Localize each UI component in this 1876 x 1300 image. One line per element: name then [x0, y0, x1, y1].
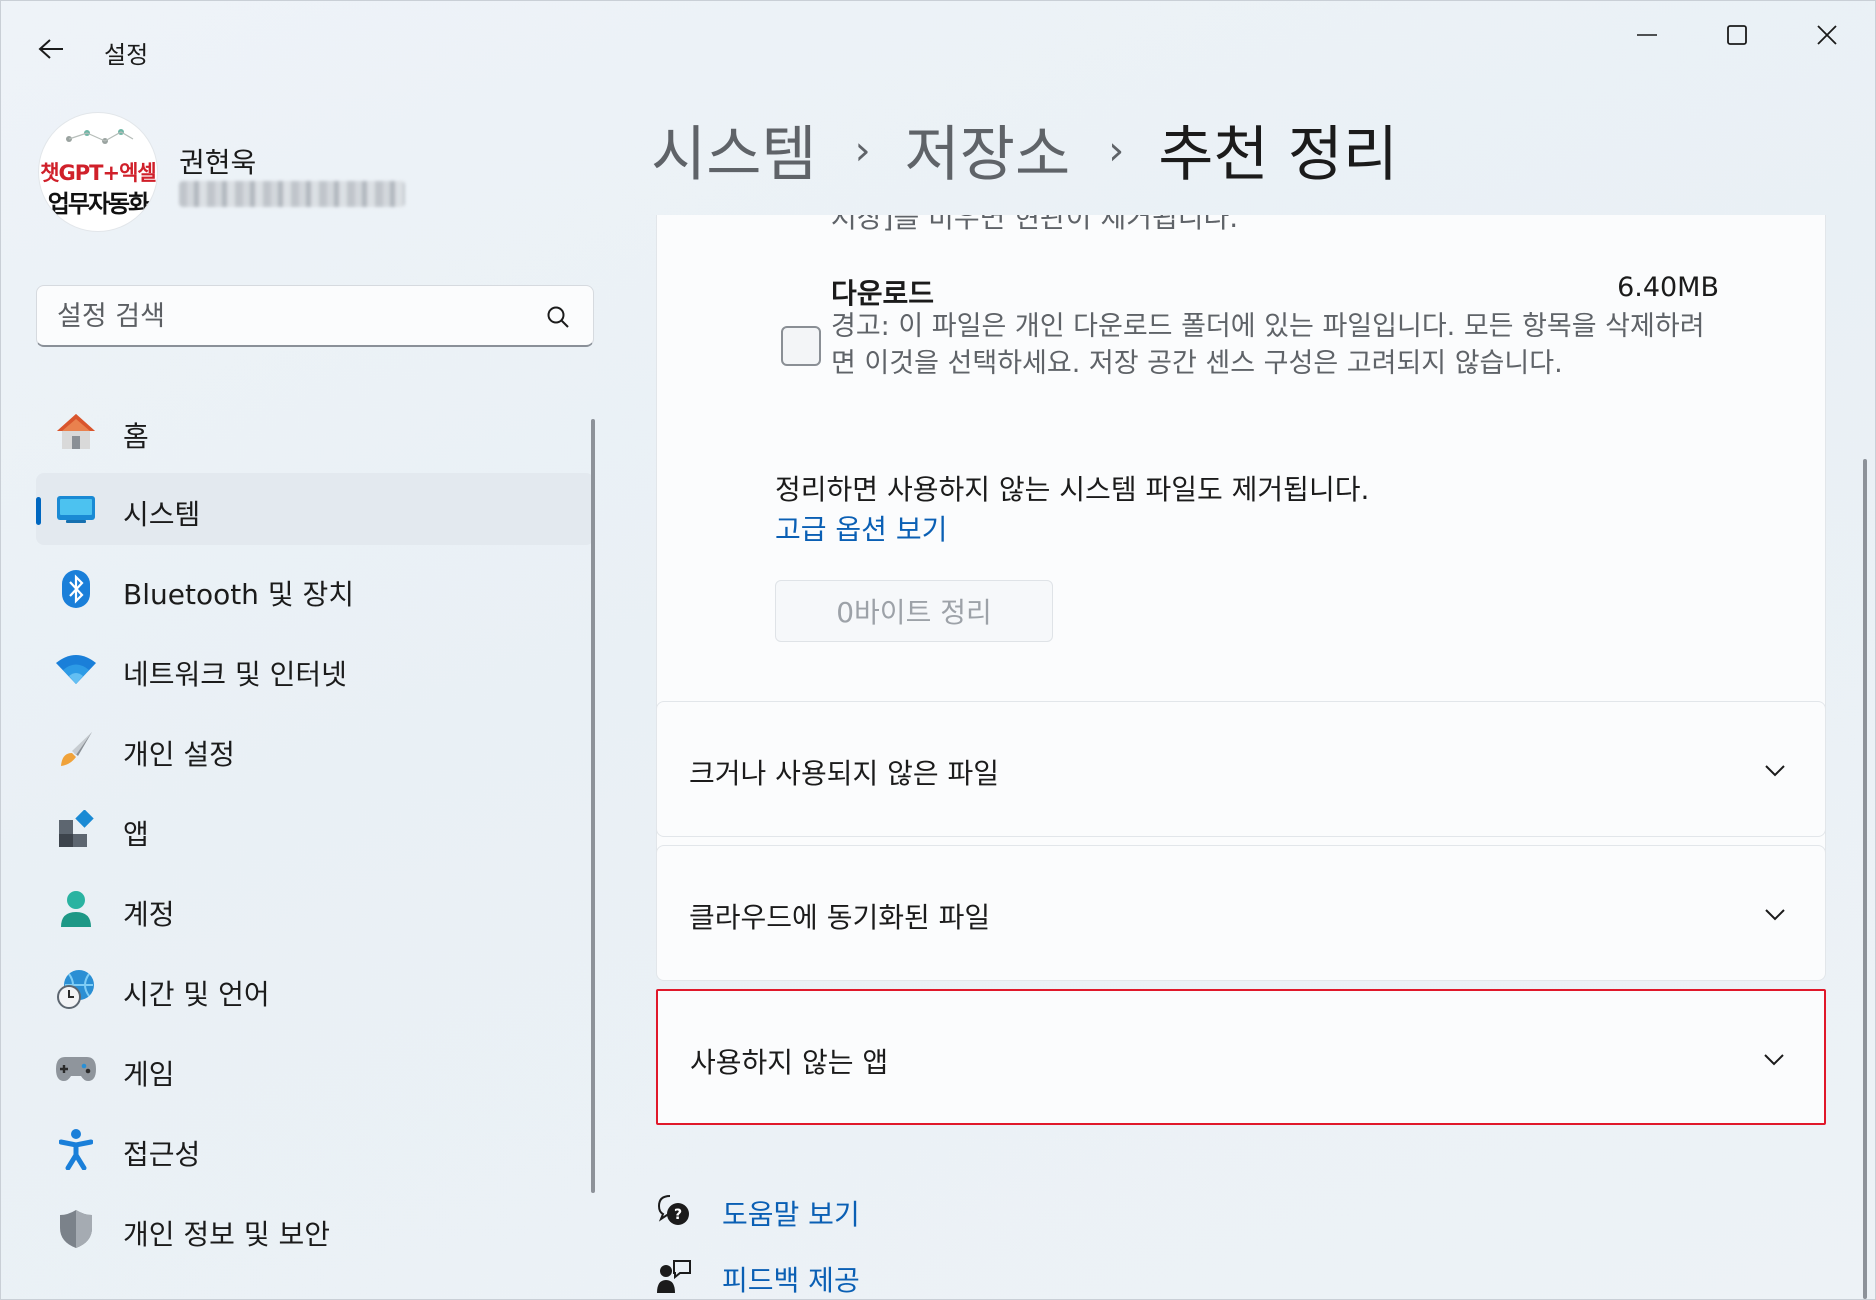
title-bar: 설정 [1, 1, 1876, 97]
sidebar-item-network[interactable]: 네트워크 및 인터넷 [36, 633, 594, 705]
active-indicator [36, 497, 41, 525]
page-title: 추천 정리 [1158, 119, 1399, 190]
sidebar-item-home[interactable]: 홈 [36, 395, 594, 467]
expander-label: 사용하지 않는 앱 [690, 1046, 889, 1079]
breadcrumb-separator: › [1108, 128, 1125, 174]
apps-icon [54, 807, 98, 851]
settings-search[interactable] [36, 285, 594, 347]
app-title: 설정 [104, 41, 149, 69]
cleanup-note: 정리하면 사용하지 않는 시스템 파일도 제거됩니다. [775, 473, 1370, 506]
sidebar-item-system[interactable]: 시스템 [36, 473, 594, 545]
sidebar-item-label: 네트워크 및 인터넷 [123, 658, 347, 691]
bluetooth-icon [54, 567, 98, 611]
maximize-icon [1727, 25, 1747, 45]
sidebar-item-label: 게임 [123, 1058, 175, 1091]
sidebar-item-accounts[interactable]: 계정 [36, 873, 594, 945]
time-language-icon [54, 967, 98, 1011]
avatar-text-bottom: 업무자동화 [47, 190, 150, 218]
sidebar-item-time-language[interactable]: 시간 및 언어 [36, 953, 594, 1025]
sidebar-item-gaming[interactable]: 게임 [36, 1033, 594, 1105]
expander-large-unused-files[interactable]: 크거나 사용되지 않은 파일 [656, 701, 1826, 837]
feedback-link[interactable]: 피드백 제공 [722, 1259, 860, 1299]
downloads-size: 6.40MB [1617, 272, 1719, 303]
sidebar-item-label: 앱 [123, 818, 149, 851]
downloads-description: 경고: 이 파일은 개인 다운로드 폴더에 있는 파일입니다. 모든 항목을 삭… [831, 311, 1705, 379]
help-icon: ? [657, 1195, 689, 1225]
main-scrollbar[interactable] [1863, 459, 1867, 1299]
sidebar-item-label: 시스템 [123, 498, 201, 531]
sidebar-item-bluetooth[interactable]: Bluetooth 및 장치 [36, 553, 594, 625]
sidebar-item-label: 개인 정보 및 보안 [123, 1218, 331, 1251]
avatar-text-top: 챗GPT+엑셀 [40, 161, 157, 185]
settings-window: 설정 챗GPT+엑셀 업무자동화 권현욱 홈 [0, 0, 1876, 1300]
breadcrumb: 시스템 › 저장소 › 추천 정리 [651, 109, 1398, 190]
breadcrumb-system[interactable]: 시스템 [651, 106, 817, 193]
back-arrow-icon [38, 39, 63, 59]
accessibility-icon [54, 1127, 98, 1171]
home-icon [54, 409, 98, 453]
feedback-icon [657, 1260, 691, 1293]
sidebar-item-label: Bluetooth 및 장치 [123, 578, 355, 611]
sidebar-item-personalization[interactable]: 개인 설정 [36, 713, 594, 785]
expander-cloud-synced-files[interactable]: 클라우드에 동기화된 파일 [656, 845, 1826, 981]
main-content: 저장]를 비우면 현관이 제거됩니다. 다운로드 6.40MB 경고: 이 파일… [656, 215, 1826, 1300]
get-help-link[interactable]: 도움말 보기 [722, 1193, 860, 1233]
clean-up-button[interactable]: 0바이트 정리 [775, 580, 1053, 642]
brush-icon [54, 727, 98, 771]
downloads-checkbox[interactable] [781, 326, 821, 366]
expander-label: 클라우드에 동기화된 파일 [689, 901, 991, 934]
sidebar-item-accessibility[interactable]: 접근성 [36, 1113, 594, 1185]
sidebar-item-privacy-security[interactable]: 개인 정보 및 보안 [36, 1193, 594, 1265]
account-icon [54, 887, 98, 931]
wifi-icon [54, 647, 98, 691]
downloads-title: 다운로드 [831, 277, 935, 310]
sidebar-item-label: 시간 및 언어 [123, 978, 270, 1011]
sidebar-item-label: 홈 [123, 420, 149, 453]
maximize-button[interactable] [1707, 15, 1767, 55]
back-button[interactable] [31, 29, 71, 69]
system-icon [54, 487, 98, 531]
search-icon[interactable] [545, 304, 571, 330]
sidebar-item-label: 접근성 [123, 1138, 201, 1171]
expander-unused-apps[interactable]: 사용하지 않는 앱 [656, 989, 1826, 1125]
close-button[interactable] [1797, 15, 1857, 55]
chevron-down-icon [1765, 765, 1785, 777]
gamepad-icon [54, 1047, 98, 1091]
sidebar-scrollbar[interactable] [591, 419, 595, 1193]
sidebar-item-label: 개인 설정 [123, 738, 235, 771]
svg-text:?: ? [674, 1207, 682, 1223]
sidebar-item-label: 계정 [123, 898, 175, 931]
advanced-options-link[interactable]: 고급 옵션 보기 [775, 508, 947, 548]
minimize-icon [1637, 34, 1657, 36]
close-icon [1817, 25, 1837, 45]
search-input[interactable] [57, 298, 537, 334]
cut-off-description: 저장]를 비우면 현관이 제거됩니다. [831, 215, 1239, 234]
breadcrumb-separator: › [854, 128, 871, 174]
avatar[interactable]: 챗GPT+엑셀 업무자동화 [39, 113, 157, 231]
breadcrumb-storage[interactable]: 저장소 [905, 106, 1071, 193]
sidebar-item-apps[interactable]: 앱 [36, 793, 594, 865]
shield-icon [54, 1207, 98, 1251]
avatar-decoration-icon [66, 129, 134, 144]
user-email-redacted [179, 181, 405, 207]
expander-label: 크거나 사용되지 않은 파일 [689, 757, 1000, 790]
minimize-button[interactable] [1617, 15, 1677, 55]
chevron-down-icon [1764, 1054, 1784, 1066]
chevron-down-icon [1765, 909, 1785, 921]
user-name: 권현욱 [179, 146, 257, 179]
